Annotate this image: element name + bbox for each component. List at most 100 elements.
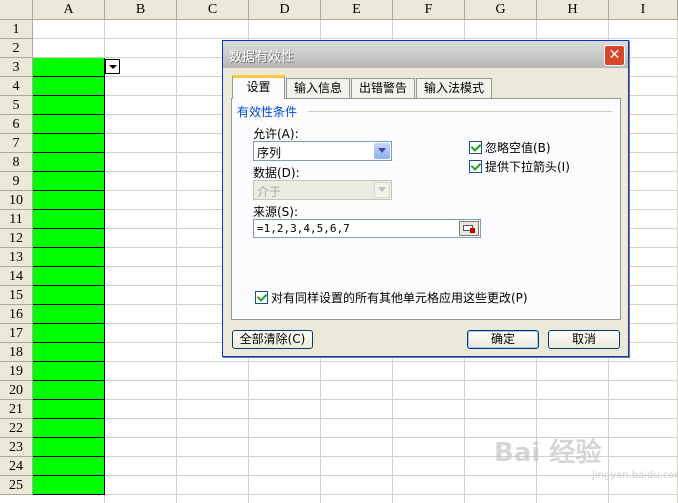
filled-cell-border: [33, 456, 105, 457]
filled-cell-border: [33, 380, 105, 381]
allow-select[interactable]: 序列: [253, 141, 392, 161]
filled-cell-border: [33, 399, 105, 400]
close-icon[interactable]: ✕: [604, 45, 625, 66]
row-header-10[interactable]: 10: [0, 191, 33, 210]
data-label: 数据(D):: [253, 166, 300, 180]
filled-cell-border: [33, 171, 105, 172]
row-header-15[interactable]: 15: [0, 286, 33, 305]
row-header-12[interactable]: 12: [0, 229, 33, 248]
filled-cell-border: [33, 361, 105, 362]
filled-cell-border: [33, 152, 105, 153]
clear-all-button[interactable]: 全部清除(C): [232, 330, 313, 349]
row-header-13[interactable]: 13: [0, 248, 33, 267]
cancel-button[interactable]: 取消: [548, 330, 620, 349]
row-gridline: [33, 418, 678, 419]
data-select: 介于: [253, 180, 392, 200]
tab-error-alert[interactable]: 出错警告: [351, 78, 415, 98]
column-header-i[interactable]: I: [609, 0, 678, 20]
row-header-7[interactable]: 7: [0, 134, 33, 153]
row-header-5[interactable]: 5: [0, 96, 33, 115]
row-header-22[interactable]: 22: [0, 419, 33, 438]
row-header-11[interactable]: 11: [0, 210, 33, 229]
row-header-4[interactable]: 4: [0, 77, 33, 96]
collapse-dialog-icon[interactable]: [459, 221, 479, 236]
ignore-blank-checkbox[interactable]: [469, 141, 482, 154]
filled-cell-border: [33, 342, 105, 343]
apply-all-label[interactable]: 对有同样设置的所有其他单元格应用这些更改(P): [271, 289, 528, 306]
row-header-17[interactable]: 17: [0, 324, 33, 343]
tab-ime-mode-label: 输入法模式: [423, 81, 484, 95]
row-header-1[interactable]: 1: [0, 20, 33, 39]
source-input[interactable]: =1,2,3,4,5,6,7: [253, 219, 481, 238]
column-gridline: [176, 20, 177, 503]
row-gridline: [33, 380, 678, 381]
filled-cell-border: [33, 247, 105, 248]
tab-ime-mode[interactable]: 输入法模式: [416, 78, 492, 98]
source-label: 来源(S):: [253, 205, 299, 219]
filled-cell-border: [33, 285, 105, 286]
dialog-titlebar[interactable]: 数据有效性 ✕: [223, 41, 628, 68]
row-header-23[interactable]: 23: [0, 438, 33, 457]
tab-settings-label: 设置: [246, 80, 271, 94]
watermark-logo: Bai 经验: [494, 438, 602, 468]
tab-input-message-label: 输入信息: [293, 81, 342, 95]
column-header-g[interactable]: G: [465, 0, 537, 20]
filled-cell-border: [33, 304, 105, 305]
row-gridline: [33, 361, 678, 362]
row-gridline: [33, 475, 678, 476]
filled-cell-border: [33, 437, 105, 438]
filled-cell-border: [33, 323, 105, 324]
validation-criteria-label: 有效性条件: [237, 105, 298, 119]
in-cell-dropdown-label[interactable]: 提供下拉箭头(I): [485, 158, 570, 175]
column-header-a[interactable]: A: [33, 0, 105, 20]
row-header-25[interactable]: 25: [0, 476, 33, 495]
allow-label: 允许(A):: [253, 127, 299, 141]
row-gridline: [33, 494, 678, 495]
column-header-d[interactable]: D: [249, 0, 321, 20]
row-header-20[interactable]: 20: [0, 381, 33, 400]
select-all-corner[interactable]: [0, 0, 33, 20]
filled-cell-border: [33, 114, 105, 115]
source-input-value: =1,2,3,4,5,6,7: [257, 222, 350, 235]
filled-cell-border: [33, 418, 105, 419]
row-header-16[interactable]: 16: [0, 305, 33, 324]
filled-cell-border: [33, 95, 105, 96]
chevron-down-icon[interactable]: [374, 143, 390, 159]
row-gridline: [33, 38, 678, 39]
row-header-6[interactable]: 6: [0, 115, 33, 134]
row-header-24[interactable]: 24: [0, 457, 33, 476]
column-header-f[interactable]: F: [393, 0, 465, 20]
row-gridline: [33, 399, 678, 400]
row-header-9[interactable]: 9: [0, 172, 33, 191]
allow-select-value: 序列: [257, 146, 282, 160]
cell-dropdown-arrow-button[interactable]: [105, 59, 120, 74]
filled-cell-border: [33, 228, 105, 229]
ok-button[interactable]: 确定: [467, 330, 539, 349]
in-cell-dropdown-checkbox[interactable]: [469, 160, 482, 173]
row-header-18[interactable]: 18: [0, 343, 33, 362]
row-header-2[interactable]: 2: [0, 39, 33, 58]
tab-input-message[interactable]: 输入信息: [286, 78, 350, 98]
filled-cell-border: [33, 76, 105, 77]
column-header-e[interactable]: E: [321, 0, 393, 20]
filled-cell-border: [33, 190, 105, 191]
tab-error-alert-label: 出错警告: [358, 81, 407, 95]
watermark-url: jingyan.baidu.com: [592, 470, 678, 481]
apply-all-checkbox[interactable]: [255, 291, 268, 304]
row-header-21[interactable]: 21: [0, 400, 33, 419]
row-header-8[interactable]: 8: [0, 153, 33, 172]
column-header-b[interactable]: B: [105, 0, 177, 20]
column-header-c[interactable]: C: [177, 0, 249, 20]
group-divider: [308, 111, 612, 112]
filled-cell-border: [33, 133, 105, 134]
tab-settings[interactable]: 设置: [232, 75, 285, 99]
column-header-h[interactable]: H: [537, 0, 609, 20]
row-header-19[interactable]: 19: [0, 362, 33, 381]
data-validation-dialog: 数据有效性 ✕ 设置 输入信息 出错警告 输入法模式 有效性条件 允许(A): …: [222, 40, 629, 357]
filled-cell-border: [33, 475, 105, 476]
row-header-14[interactable]: 14: [0, 267, 33, 286]
row-header-3[interactable]: 3: [0, 58, 33, 77]
dialog-title: 数据有效性: [229, 50, 295, 65]
ignore-blank-label[interactable]: 忽略空值(B): [485, 139, 551, 156]
data-select-value: 介于: [257, 185, 282, 199]
